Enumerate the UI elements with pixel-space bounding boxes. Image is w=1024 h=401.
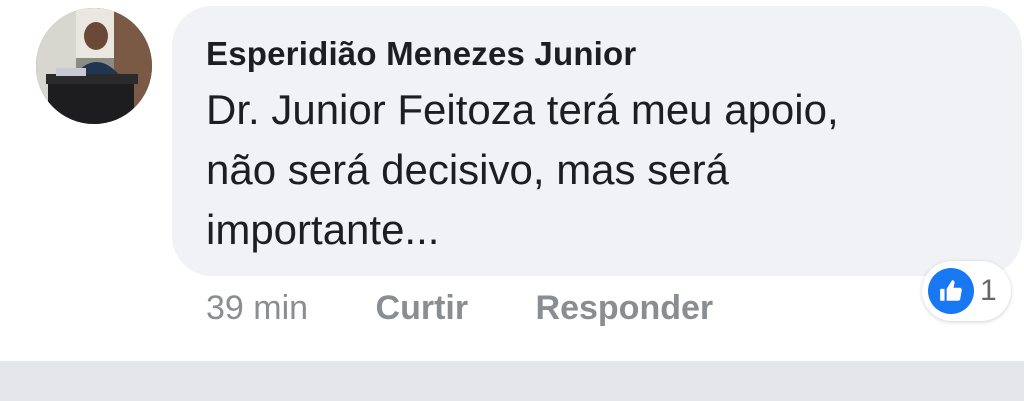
comment-text-line: Dr. Junior Feitoza terá meu apoio,	[206, 86, 839, 133]
section-divider	[0, 361, 1024, 401]
reaction-summary[interactable]: 1	[922, 261, 1011, 321]
reply-button[interactable]: Responder	[536, 286, 714, 330]
comment-bubble: Esperidião Menezes Junior Dr. Junior Fei…	[172, 6, 1022, 276]
comment-text: Dr. Junior Feitoza terá meu apoio, não s…	[206, 80, 966, 260]
reaction-count: 1	[980, 274, 997, 307]
like-thumb-icon	[928, 268, 974, 314]
avatar-photo	[36, 8, 152, 124]
author-avatar[interactable]	[36, 8, 152, 124]
comment-text-line: não será decisivo, mas será	[206, 146, 729, 193]
comment-text-line: importante...	[206, 206, 440, 253]
comment-timestamp[interactable]: 39 min	[206, 286, 308, 330]
comment-actions: 39 min Curtir Responder	[206, 286, 713, 330]
comment-author-name[interactable]: Esperidião Menezes Junior	[206, 34, 992, 74]
like-button[interactable]: Curtir	[376, 286, 469, 330]
